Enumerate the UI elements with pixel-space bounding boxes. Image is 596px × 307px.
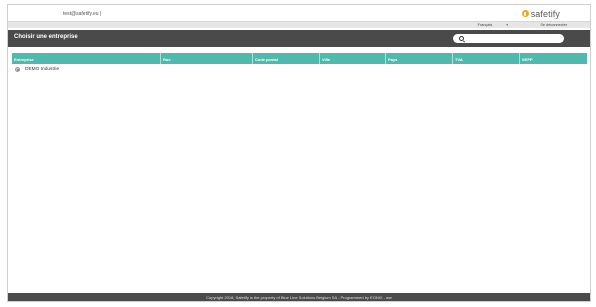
column-header-rue[interactable]: Rue: [161, 53, 253, 64]
column-header-pays[interactable]: Pays: [386, 53, 453, 64]
footer-copyright: Copyright 2018, Safetify is the property…: [206, 294, 392, 300]
user-email[interactable]: test@safetify.eu |: [63, 11, 101, 17]
logo-text: safetify: [530, 8, 560, 19]
search-box[interactable]: [453, 34, 564, 43]
search-icon: [459, 36, 464, 41]
search-input[interactable]: [467, 35, 559, 41]
page-header: Choisir une entreprise: [8, 30, 590, 47]
column-header-sepp[interactable]: SEPP: [520, 53, 587, 64]
table-row[interactable]: DEMO Industrie: [12, 65, 587, 74]
logout-link[interactable]: Se déconnecter: [540, 23, 567, 27]
language-label: Français: [477, 23, 493, 27]
footer: Copyright 2018, Safetify is the property…: [8, 293, 590, 301]
page-title: Choisir une entreprise: [14, 34, 78, 40]
top-bar: test@safetify.eu | safetify: [8, 5, 590, 21]
column-header-entreprise[interactable]: Entreprise: [12, 53, 161, 64]
safetify-logo[interactable]: safetify: [521, 8, 560, 19]
column-header-tva[interactable]: TVA: [453, 53, 520, 64]
sub-bar: Français ▾ Se déconnecter: [8, 21, 590, 28]
company-name[interactable]: DEMO Industrie: [25, 67, 59, 72]
app-frame: test@safetify.eu | safetify Français ▾ S…: [7, 4, 591, 302]
table-header: Entreprise Rue Code postal Ville Pays TV…: [12, 53, 587, 64]
company-icon: [15, 67, 20, 72]
column-header-ville[interactable]: Ville: [320, 53, 386, 64]
column-header-code-postal[interactable]: Code postal: [253, 53, 320, 64]
language-select[interactable]: Français ▾: [478, 23, 508, 27]
chevron-down-icon: ▾: [506, 23, 508, 27]
safetify-logo-icon: [521, 10, 529, 17]
